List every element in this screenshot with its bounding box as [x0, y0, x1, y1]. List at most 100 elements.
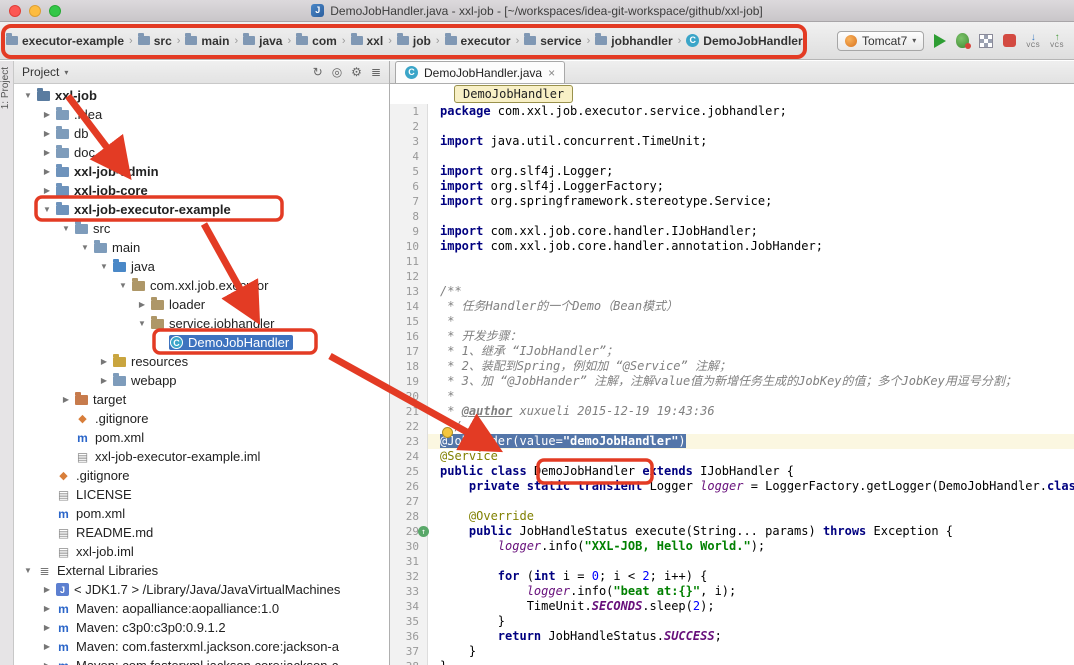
breadcrumb-item-xxl[interactable]: xxl	[349, 32, 386, 50]
code-line-36[interactable]: 36 return JobHandleStatus.SUCCESS;	[390, 629, 1074, 644]
sync-icon[interactable]: ↻	[313, 65, 323, 79]
tree-toggle-icon[interactable]: ▶	[39, 167, 55, 176]
breadcrumb-item-main[interactable]: main	[183, 32, 231, 50]
run-button[interactable]	[934, 34, 946, 48]
tree-row--JDK1.7-Library-Java-JavaVirtualMachines[interactable]: ▶J< JDK1.7 > /Library/Java/JavaVirtualMa…	[14, 580, 389, 599]
code-line-18[interactable]: 18 * 2、装配到Spring，例如加 “@Service” 注解；	[390, 359, 1074, 374]
code-line-11[interactable]: 11	[390, 254, 1074, 269]
navigate-to-source-icon[interactable]: ◎	[332, 65, 342, 79]
project-tool-window-button[interactable]: 1: Project	[0, 67, 14, 109]
code-line-21[interactable]: 21 * @author xuxueli 2015-12-19 19:43:36	[390, 404, 1074, 419]
tree-row-resources[interactable]: ▶resources	[14, 352, 389, 371]
breadcrumb-item-src[interactable]: src	[136, 32, 174, 50]
tree-toggle-icon[interactable]: ▼	[77, 243, 93, 252]
code-line-27[interactable]: 27	[390, 494, 1074, 509]
tree-row-DemoJobHandler[interactable]: CDemoJobHandler	[14, 333, 389, 352]
tree-toggle-icon[interactable]: ▶	[39, 186, 55, 195]
tree-row-service.jobhandler[interactable]: ▼service.jobhandler	[14, 314, 389, 333]
breadcrumb-item-DemoJobHandler[interactable]: CDemoJobHandler	[684, 32, 804, 50]
tree-row-main[interactable]: ▼main	[14, 238, 389, 257]
tree-row-Maven-com.fasterxml.jackson.core-jackson-c[interactable]: ▶mMaven: com.fasterxml.jackson.core:jack…	[14, 656, 389, 665]
code-line-30[interactable]: 30 logger.info("XXL-JOB, Hello World.");	[390, 539, 1074, 554]
tree-row-.idea[interactable]: ▶.idea	[14, 105, 389, 124]
vcs-update-button[interactable]: ↓ VCS	[1026, 33, 1040, 49]
tree-row-Maven-c3p0-c3p0-0.9.1.2[interactable]: ▶mMaven: c3p0:c3p0:0.9.1.2	[14, 618, 389, 637]
tree-toggle-icon[interactable]: ▶	[39, 623, 55, 632]
tree-row-pom.xml[interactable]: mpom.xml	[14, 428, 389, 447]
code-line-37[interactable]: 37 }	[390, 644, 1074, 659]
tree-row-webapp[interactable]: ▶webapp	[14, 371, 389, 390]
code-line-23[interactable]: 23@JobHander(value="demoJobHandler")	[390, 434, 1074, 449]
code-line-3[interactable]: 3import java.util.concurrent.TimeUnit;	[390, 134, 1074, 149]
tree-toggle-icon[interactable]: ▶	[58, 395, 74, 404]
tree-row-xxl-job[interactable]: ▼xxl-job	[14, 86, 389, 105]
debug-button[interactable]	[956, 33, 969, 48]
tree-toggle-icon[interactable]: ▼	[96, 262, 112, 271]
code-line-12[interactable]: 12	[390, 269, 1074, 284]
tree-toggle-icon[interactable]: ▶	[39, 604, 55, 613]
code-line-14[interactable]: 14 * 任务Handler的一个Demo（Bean模式）	[390, 299, 1074, 314]
code-line-38[interactable]: 38}	[390, 659, 1074, 665]
code-line-5[interactable]: 5import org.slf4j.Logger;	[390, 164, 1074, 179]
code-line-32[interactable]: 32 for (int i = 0; i < 2; i++) {	[390, 569, 1074, 584]
code-line-22[interactable]: 22 */	[390, 419, 1074, 434]
tree-row-db[interactable]: ▶db	[14, 124, 389, 143]
code-line-19[interactable]: 19 * 3、加 “@JobHander” 注解，注解value值为新增任务生成…	[390, 374, 1074, 389]
breadcrumb-item-java[interactable]: java	[241, 32, 284, 50]
tree-toggle-icon[interactable]: ▼	[20, 566, 36, 575]
tree-row-target[interactable]: ▶target	[14, 390, 389, 409]
code-line-35[interactable]: 35 }	[390, 614, 1074, 629]
minimize-window-button[interactable]	[29, 5, 41, 17]
tree-toggle-icon[interactable]: ▶	[39, 129, 55, 138]
code-line-20[interactable]: 20 *	[390, 389, 1074, 404]
breadcrumb-item-job[interactable]: job	[395, 32, 433, 50]
code-line-28[interactable]: 28 @Override	[390, 509, 1074, 524]
tree-row-xxl-job-executor-example[interactable]: ▼xxl-job-executor-example	[14, 200, 389, 219]
tree-row-.gitignore[interactable]: ◆.gitignore	[14, 409, 389, 428]
code-line-15[interactable]: 15 *	[390, 314, 1074, 329]
tree-toggle-icon[interactable]: ▼	[134, 319, 150, 328]
tree-toggle-icon[interactable]: ▶	[39, 661, 55, 665]
tree-row-README.md[interactable]: ▤README.md	[14, 523, 389, 542]
code-line-10[interactable]: 10import com.xxl.job.core.handler.annota…	[390, 239, 1074, 254]
tree-toggle-icon[interactable]: ▼	[115, 281, 131, 290]
project-view-selector[interactable]: Project	[22, 65, 59, 79]
code-line-9[interactable]: 9import com.xxl.job.core.handler.IJobHan…	[390, 224, 1074, 239]
breadcrumb-item-jobhandler[interactable]: jobhandler	[593, 32, 674, 50]
tree-row-src[interactable]: ▼src	[14, 219, 389, 238]
tree-row-doc[interactable]: ▶doc	[14, 143, 389, 162]
tree-toggle-icon[interactable]: ▼	[39, 205, 55, 214]
tree-row-pom.xml[interactable]: mpom.xml	[14, 504, 389, 523]
tree-toggle-icon[interactable]: ▶	[39, 110, 55, 119]
tree-row-Maven-com.fasterxml.jackson.core-jackson-a[interactable]: ▶mMaven: com.fasterxml.jackson.core:jack…	[14, 637, 389, 656]
zoom-window-button[interactable]	[49, 5, 61, 17]
tree-toggle-icon[interactable]: ▶	[96, 357, 112, 366]
tree-toggle-icon[interactable]: ▶	[39, 585, 55, 594]
tree-toggle-icon[interactable]: ▼	[20, 91, 36, 100]
tree-row-Maven-aopalliance-aopalliance-1.0[interactable]: ▶mMaven: aopalliance:aopalliance:1.0	[14, 599, 389, 618]
code-line-16[interactable]: 16 * 开发步骤：	[390, 329, 1074, 344]
code-line-8[interactable]: 8	[390, 209, 1074, 224]
vcs-commit-button[interactable]: ↑ VCS	[1050, 33, 1064, 49]
tree-toggle-icon[interactable]: ▶	[39, 642, 55, 651]
run-configuration-select[interactable]: Tomcat7 ▾	[837, 31, 924, 51]
intention-bulb-icon[interactable]	[442, 427, 453, 438]
tree-row-LICENSE[interactable]: ▤LICENSE	[14, 485, 389, 504]
code-line-31[interactable]: 31	[390, 554, 1074, 569]
tree-row-com.xxl.job.executor[interactable]: ▼com.xxl.job.executor	[14, 276, 389, 295]
tree-toggle-icon[interactable]: ▶	[134, 300, 150, 309]
code-editor[interactable]: 1package com.xxl.job.executor.service.jo…	[390, 104, 1074, 665]
breadcrumb-item-executor[interactable]: executor	[443, 32, 513, 50]
editor-breadcrumb-class-chip[interactable]: DemoJobHandler	[454, 85, 573, 103]
tree-row-xxl-job-admin[interactable]: ▶xxl-job-admin	[14, 162, 389, 181]
code-line-33[interactable]: 33 logger.info("beat at:{}", i);	[390, 584, 1074, 599]
collapse-all-icon[interactable]: ≣	[371, 65, 381, 79]
tree-row-External-Libraries[interactable]: ▼≣External Libraries	[14, 561, 389, 580]
tree-row-xxl-job-core[interactable]: ▶xxl-job-core	[14, 181, 389, 200]
tree-toggle-icon[interactable]: ▼	[58, 224, 74, 233]
code-line-17[interactable]: 17 * 1、继承 “IJobHandler”；	[390, 344, 1074, 359]
breadcrumb-item-com[interactable]: com	[294, 32, 339, 50]
tree-row-xxl-job.iml[interactable]: ▤xxl-job.iml	[14, 542, 389, 561]
code-line-13[interactable]: 13/**	[390, 284, 1074, 299]
override-marker-icon[interactable]: ↑	[418, 526, 429, 537]
